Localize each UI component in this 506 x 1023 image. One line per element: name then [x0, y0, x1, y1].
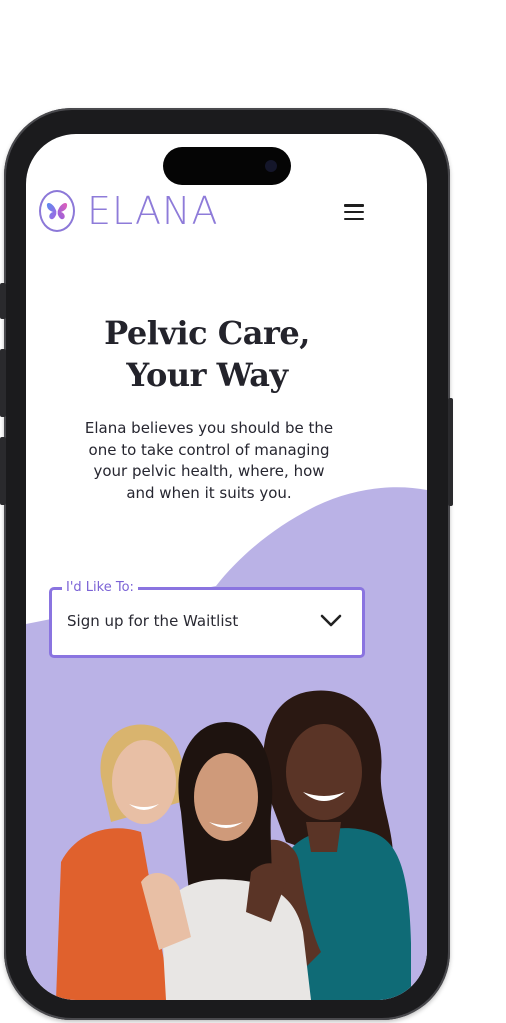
brand-name: ELANA — [87, 189, 219, 233]
hero-title-line-2: Your Way — [126, 356, 288, 394]
phone-screen: ELANA Pelvic Care, Your Way Elana believ… — [26, 134, 427, 1000]
phone-volume-up-button — [0, 349, 6, 417]
hero-title: Pelvic Care, Your Way — [26, 312, 388, 396]
brand-logo[interactable]: ELANA — [39, 190, 218, 232]
intent-select-label: I'd Like To: — [62, 579, 138, 597]
phone-volume-down-button — [0, 437, 6, 505]
butterfly-icon — [39, 190, 75, 232]
intent-select[interactable]: I'd Like To: Sign up for the Waitlist — [49, 579, 365, 658]
front-camera — [265, 160, 277, 172]
hero-description: Elana believes you should be the one to … — [84, 419, 334, 502]
hero-photo — [56, 690, 411, 1000]
chevron-down-icon[interactable] — [320, 614, 342, 628]
hamburger-menu-icon[interactable] — [344, 204, 364, 220]
phone-power-button — [448, 398, 453, 506]
dynamic-island — [163, 147, 291, 185]
hero-title-line-1: Pelvic Care, — [104, 314, 310, 352]
intent-select-value: Sign up for the Waitlist — [67, 612, 239, 630]
phone-action-button — [0, 283, 6, 319]
